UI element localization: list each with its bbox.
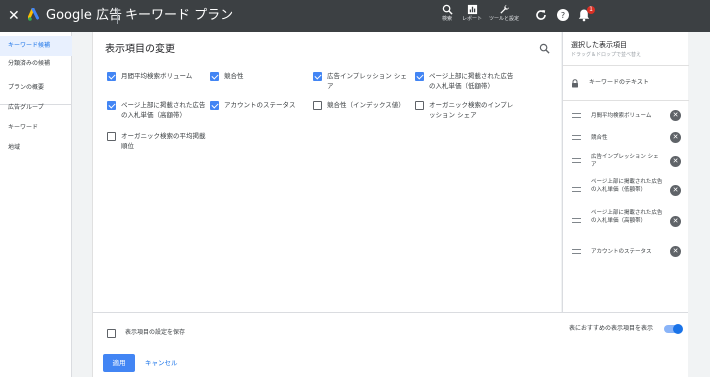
tools-settings-button-label: ツールと設定 — [489, 16, 520, 22]
checkbox-avg-monthly-searches[interactable] — [107, 72, 116, 81]
wrench-icon — [499, 4, 509, 14]
cancel-button[interactable]: キャンセル — [145, 354, 178, 372]
checkbox-competition[interactable] — [210, 72, 219, 81]
remove-icon[interactable]: ✕ — [670, 246, 681, 257]
drag-handle-icon[interactable] — [572, 113, 581, 118]
selected-columns-panel: 選択した表示項目 ドラッグ＆ドロップで並べ替え キーワードのテキスト 月間平均検… — [562, 32, 689, 312]
checkbox-ad-impression-share[interactable] — [313, 72, 322, 81]
option-label: オーガニック検索のインプレッション シェア — [429, 101, 514, 119]
selected-column-label: 競合性 — [591, 135, 608, 141]
checkbox-account-status[interactable] — [210, 101, 219, 110]
option-label: ページ上部に掲載された広告の入札単価（高額帯） — [121, 101, 206, 119]
sidebar-item-ad-groups[interactable]: 広告グループ — [0, 98, 72, 118]
tool-name: キーワード プラン — [125, 8, 234, 23]
search-icon[interactable] — [539, 43, 550, 54]
sidebar-item-plan-overview[interactable]: プランの概要 — [0, 78, 72, 98]
option-label: 広告インプレッション シェア — [327, 72, 407, 90]
tools-settings-button[interactable]: ツールと設定 — [489, 4, 519, 30]
top-app-bar: ✕ Google 広告 キーワード プラン 検索 レポート ツールと設定 ? 1 — [0, 0, 710, 32]
selected-column-label: アカウントのステータス — [591, 249, 652, 255]
selected-column-label: 月間平均検索ボリューム — [591, 113, 652, 119]
drag-handle-icon[interactable] — [572, 135, 581, 140]
option-label: 月間平均検索ボリューム — [121, 72, 193, 80]
help-icon[interactable]: ? — [556, 8, 570, 22]
option-label: オーガニック検索の平均掲載順位 — [121, 132, 206, 150]
checkbox-organic-avg-position[interactable] — [107, 132, 116, 141]
drag-handle-icon[interactable] — [572, 187, 581, 192]
panel-divider — [563, 100, 689, 101]
svg-text:?: ? — [561, 11, 565, 20]
notification-badge: 1 — [587, 6, 595, 14]
left-sidebar: キーワード候補 分類済みの候補 プランの概要 広告グループ キーワード 地域 — [0, 32, 72, 377]
checkbox-top-of-page-bid-high[interactable] — [107, 101, 116, 110]
column-options-panel: 表示項目の変更 月間平均検索ボリューム 競合性 広告インプレッション シェア ペ… — [92, 32, 561, 312]
selected-column-label: ページ上部に掲載された広告の入札単価（低額帯） — [591, 179, 663, 193]
checkbox-top-of-page-bid-low[interactable] — [415, 72, 424, 81]
google-ads-logo — [28, 8, 39, 21]
title-divider — [117, 8, 118, 24]
drag-handle-icon[interactable] — [572, 249, 581, 254]
checkbox-competition-indexed[interactable] — [313, 101, 322, 110]
remove-icon[interactable]: ✕ — [670, 216, 681, 227]
remove-icon[interactable]: ✕ — [670, 132, 681, 143]
save-settings-label: 表示項目の設定を保存 — [125, 329, 186, 336]
dialog-footer: 表示項目の設定を保存 表におすすめの表示項目を表示 適用 キャンセル — [92, 312, 688, 377]
option-label: 競合性（インデックス値） — [327, 101, 405, 109]
fixed-column-label: キーワードのテキスト — [589, 79, 649, 86]
recommended-columns-label: 表におすすめの表示項目を表示 — [569, 325, 654, 332]
lock-icon — [572, 79, 578, 88]
remove-icon[interactable]: ✕ — [670, 110, 681, 121]
sidebar-item-keywords[interactable]: キーワード — [0, 118, 72, 138]
sidebar-item-locations[interactable]: 地域 — [0, 138, 72, 158]
remove-icon[interactable]: ✕ — [670, 156, 681, 167]
recommended-columns-toggle[interactable] — [664, 324, 683, 334]
close-icon[interactable]: ✕ — [8, 7, 20, 25]
selected-column-label: 広告インプレッション シェア — [591, 154, 659, 168]
report-button-label: レポート — [461, 16, 482, 22]
selected-column-label: ページ上部に掲載された広告の入札単価（高額帯） — [591, 210, 663, 224]
drag-handle-icon[interactable] — [572, 218, 581, 223]
selected-columns-subtitle: ドラッグ＆ドロップで並べ替え — [571, 52, 642, 58]
report-button[interactable]: レポート — [457, 4, 487, 30]
panel-title: 表示項目の変更 — [105, 44, 175, 55]
remove-icon[interactable]: ✕ — [670, 185, 681, 196]
sidebar-item-grouped-ideas[interactable]: 分類済みの候補 — [0, 54, 72, 74]
option-label: アカウントのステータス — [224, 101, 296, 109]
save-settings-checkbox[interactable] — [107, 329, 116, 338]
sidebar-item-keyword-ideas[interactable]: キーワード候補 — [0, 36, 72, 56]
search-icon — [442, 4, 453, 15]
option-label: ページ上部に掲載された広告の入札単価（低額帯） — [429, 72, 514, 90]
drag-handle-icon[interactable] — [572, 158, 581, 163]
apply-button[interactable]: 適用 — [103, 354, 135, 372]
option-label: 競合性 — [224, 72, 244, 80]
panel-divider — [563, 65, 689, 66]
brand-name: Google 広告 — [46, 8, 122, 23]
refresh-icon[interactable] — [534, 8, 548, 22]
selected-columns-title: 選択した表示項目 — [571, 41, 627, 49]
report-icon — [467, 4, 477, 15]
checkbox-organic-impression-share[interactable] — [415, 101, 424, 110]
